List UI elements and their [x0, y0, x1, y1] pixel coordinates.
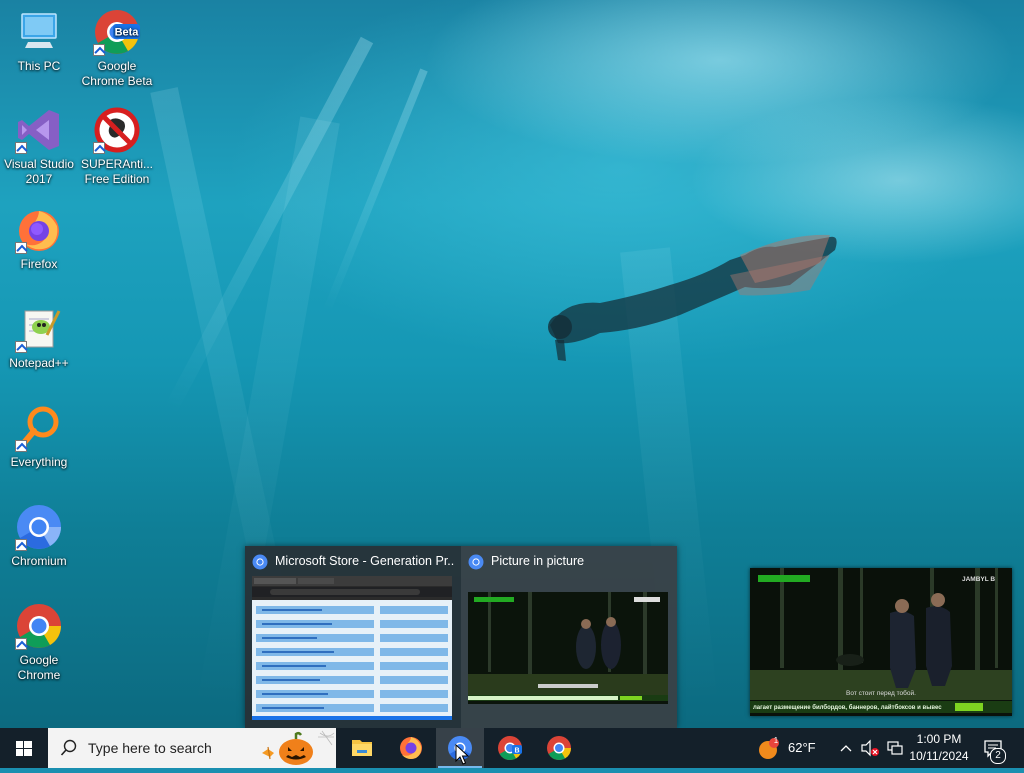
taskbar-app-file-explorer[interactable] [338, 728, 386, 768]
shortcut-arrow-icon [15, 341, 27, 353]
desktop-icon-this-pc[interactable]: This PC [0, 8, 78, 74]
thumbnail-title: Picture in picture [491, 554, 585, 568]
network-ethernet-icon[interactable] [885, 739, 905, 757]
shortcut-arrow-icon [15, 242, 27, 254]
shortcut-arrow-icon [93, 44, 105, 56]
mouse-cursor-icon [455, 744, 469, 765]
weather-temperature: 62°F [788, 740, 816, 755]
weather-widget[interactable]: 1 62°F [752, 728, 824, 768]
thumbnail-preview-store [252, 576, 452, 720]
pip-channel-logo: JAMBYL B [962, 576, 995, 583]
clock-time: 1:00 PM [916, 732, 962, 746]
desktop-icon-notepad-plus-plus[interactable]: Notepad++ [0, 305, 78, 371]
desktop-icon-superantispyware[interactable]: SUPERAnti... Free Edition [78, 106, 156, 187]
shortcut-arrow-icon [15, 142, 27, 154]
thumbnail-preview-pip [468, 592, 668, 704]
thumbnail-title: Microsoft Store - Generation Pr... [275, 554, 455, 568]
pip-subtitle: Вот стоит перед тобой. [846, 689, 916, 697]
desktop-icon-label: Everything [10, 455, 68, 469]
desktop-icon-chrome-beta[interactable]: Beta Google Chrome Beta [78, 8, 156, 89]
desktop-icon-visual-studio[interactable]: Visual Studio 2017 [0, 106, 78, 187]
desktop-icon-firefox[interactable]: Firefox [0, 206, 78, 272]
svg-text:B: B [514, 748, 519, 755]
chrome-beta-icon: B [498, 736, 522, 761]
thumbnail-microsoft-store[interactable]: Microsoft Store - Generation Pr... [245, 546, 461, 728]
firefox-icon [400, 737, 422, 759]
taskbar: Type here to search B 1 62°F 1:00 PM 10/… [0, 728, 1024, 768]
taskbar-app-chromium[interactable] [436, 728, 484, 768]
visual-studio-icon [15, 106, 63, 154]
desktop-icon-everything[interactable]: Everything [0, 404, 78, 470]
taskbar-app-chrome-beta[interactable]: B [486, 728, 534, 768]
volume-muted-icon[interactable] [860, 739, 880, 757]
search-placeholder: Type here to search [88, 740, 212, 756]
desktop-icon-chromium[interactable]: Chromium [0, 503, 78, 569]
windows-logo-icon [16, 741, 32, 756]
notification-count-badge: 2 [990, 748, 1006, 764]
weather-alert-badge: 1 [773, 736, 779, 745]
desktop-icon-label: Firefox [20, 257, 58, 271]
firefox-icon [15, 206, 63, 254]
chrome-beta-icon: Beta [93, 8, 141, 56]
desktop-icon-google-chrome[interactable]: Google Chrome [0, 602, 78, 683]
desktop-icon-label: Notepad++ [9, 356, 69, 370]
halloween-pumpkin-icon [262, 730, 335, 765]
desktop-icon-label: Google Chrome Beta [81, 59, 153, 88]
taskbar-thumbnail-popup: Microsoft Store - Generation Pr... Pictu… [245, 546, 677, 728]
taskbar-app-google-chrome[interactable] [535, 728, 583, 768]
desktop-icon-label: This PC [17, 59, 61, 73]
everything-search-icon [15, 404, 63, 452]
search-icon [60, 739, 77, 756]
desktop-icon-label: Visual Studio 2017 [4, 157, 74, 186]
thumbnail-picture-in-picture[interactable]: Picture in picture [461, 546, 677, 728]
chrome-icon [15, 602, 63, 650]
shortcut-arrow-icon [15, 440, 27, 452]
taskbar-search-box[interactable]: Type here to search [48, 728, 336, 768]
picture-in-picture-window[interactable]: JAMBYL B Вот стоит перед тобой. лагает р… [750, 568, 1012, 716]
pip-news-ticker: лагает размещение билбордов, баннеров, л… [753, 704, 942, 711]
pip-video-frame: JAMBYL B Вот стоит перед тобой. лагает р… [750, 568, 1012, 716]
chromium-icon [252, 554, 268, 570]
shortcut-arrow-icon [15, 539, 27, 551]
freediver-silhouette [548, 234, 837, 361]
superantispyware-icon [93, 106, 141, 154]
desktop-icon-label: Google Chrome [17, 653, 61, 682]
shortcut-arrow-icon [15, 638, 27, 650]
this-pc-icon [15, 8, 63, 56]
file-explorer-icon [352, 740, 372, 756]
action-center-button[interactable]: 2 [978, 728, 1014, 768]
taskbar-app-firefox[interactable] [387, 728, 435, 768]
notepad-plus-plus-icon [15, 305, 63, 353]
chromium-icon [468, 554, 484, 570]
desktop-icon-label: Chromium [11, 554, 67, 568]
show-hidden-icons-chevron-up-icon[interactable] [838, 740, 854, 756]
svg-text:Beta: Beta [115, 27, 140, 39]
clock-date: 10/11/2024 [909, 749, 969, 763]
start-button[interactable] [0, 728, 48, 768]
shortcut-arrow-icon [93, 142, 105, 154]
desktop-icon-label: SUPERAnti... Free Edition [80, 157, 154, 186]
clock[interactable]: 1:00 PM 10/11/2024 [906, 728, 972, 768]
chrome-icon [547, 736, 571, 761]
chromium-icon [15, 503, 63, 551]
